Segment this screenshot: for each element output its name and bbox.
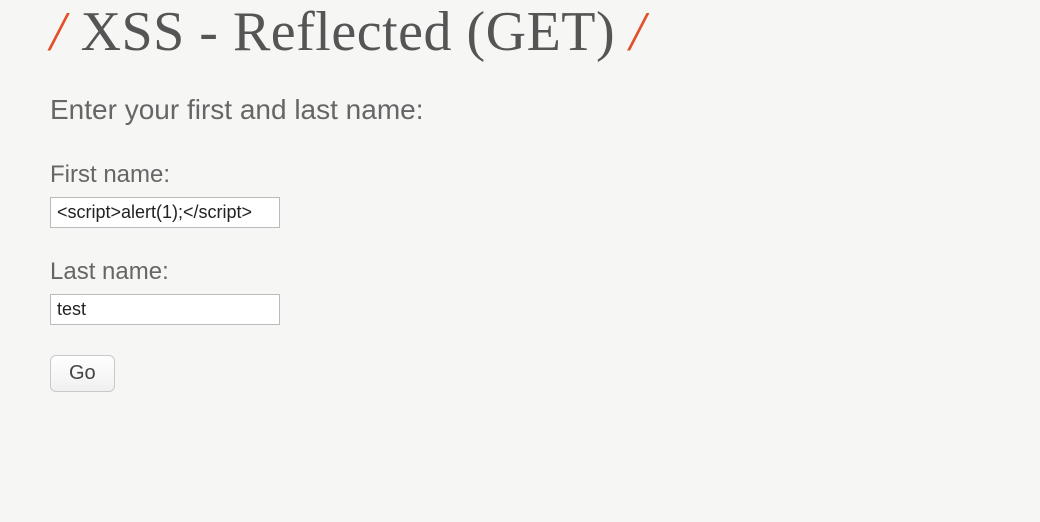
first-name-block: First name:: [50, 161, 990, 228]
last-name-input[interactable]: [50, 294, 280, 325]
title-slash-right: /: [630, 1, 646, 63]
title-text: XSS - Reflected (GET): [81, 1, 616, 63]
title-slash-left: /: [50, 1, 66, 63]
first-name-input[interactable]: [50, 197, 280, 228]
page-container: / XSS - Reflected (GET) / Enter your fir…: [0, 0, 1040, 412]
form-prompt: Enter your first and last name:: [50, 94, 990, 126]
first-name-label: First name:: [50, 161, 990, 189]
last-name-block: Last name:: [50, 258, 990, 325]
page-title: / XSS - Reflected (GET) /: [50, 0, 990, 64]
go-button[interactable]: Go: [50, 355, 115, 392]
last-name-label: Last name:: [50, 258, 990, 286]
